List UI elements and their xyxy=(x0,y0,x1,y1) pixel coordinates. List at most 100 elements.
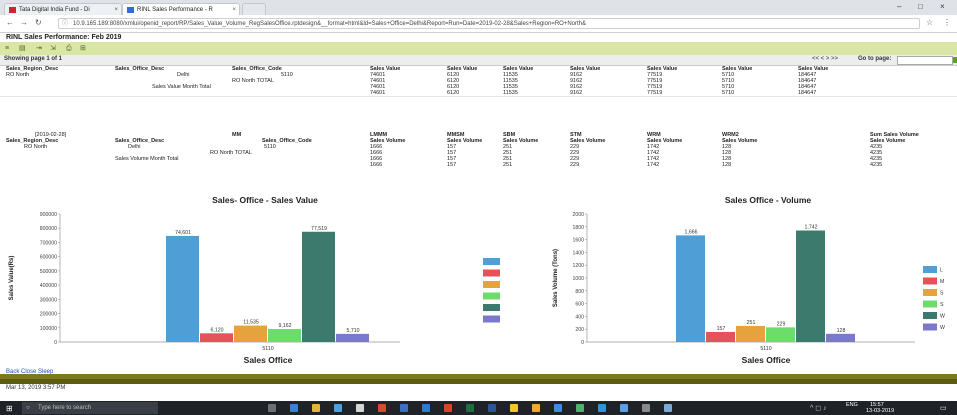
tab-close-icon[interactable]: × xyxy=(114,4,118,15)
y-tick-label: 1800 xyxy=(572,225,584,231)
region-total-label: RO North TOTAL xyxy=(210,150,252,156)
bar-lmmm xyxy=(166,235,199,342)
data-label: 229 xyxy=(777,321,786,327)
file-explorer-icon[interactable] xyxy=(312,404,320,412)
browser-tab[interactable]: Tata Digital India Fund - Di × xyxy=(4,3,122,15)
forward-arrow-icon[interactable]: → xyxy=(20,18,28,27)
notification-icon[interactable]: ▭ xyxy=(940,404,947,412)
outlook-icon[interactable] xyxy=(400,404,408,412)
goto-page-input[interactable] xyxy=(897,56,953,65)
legend-swatch xyxy=(483,292,500,300)
report-timestamp: Mar 13, 2019 3:57 PM xyxy=(6,385,66,391)
x-tick-label: 5110 xyxy=(760,346,771,352)
url-text: 10.9.165.189:8080/xmlui/openid_report/RP… xyxy=(73,21,586,27)
y-tick-label: 400000 xyxy=(40,283,57,289)
chrome-icon[interactable] xyxy=(378,404,386,412)
data-label: 1,666 xyxy=(685,229,698,235)
folder-icon[interactable] xyxy=(532,404,540,412)
y-tick-label: 200000 xyxy=(40,312,57,318)
browser-tab-bar: Tata Digital India Fund - Di × RINL Sale… xyxy=(0,0,957,15)
app-icon[interactable] xyxy=(356,404,364,412)
address-bar: ← → ↻ ⓘ 10.9.165.189:8080/xmlui/openid_r… xyxy=(0,15,957,33)
data-label: 11,535 xyxy=(243,320,259,326)
search-icon: ○ xyxy=(26,405,30,411)
legend-label: L xyxy=(940,268,943,274)
bar-wrm xyxy=(302,231,335,342)
bar-lmmm xyxy=(676,235,705,342)
bar-sbm xyxy=(736,325,765,342)
data-label: 5,710 xyxy=(347,328,360,334)
task-view-icon[interactable] xyxy=(268,404,276,412)
parameters-icon[interactable]: ▤ xyxy=(19,45,26,52)
maximize-icon[interactable]: □ xyxy=(918,2,923,11)
powerpoint-icon[interactable] xyxy=(444,404,452,412)
y-tick-label: 400 xyxy=(575,314,584,320)
value-col-header: Sales_Office_Desc xyxy=(115,66,165,72)
app-icon[interactable] xyxy=(510,404,518,412)
tab-close-icon[interactable]: × xyxy=(232,4,236,15)
edge-icon[interactable] xyxy=(290,404,298,412)
y-tick-label: 0 xyxy=(54,340,57,346)
bar-wrm xyxy=(796,230,825,342)
bookmark-star-icon[interactable]: ☆ xyxy=(926,18,933,27)
chart-title: Sales Office - Volume xyxy=(725,195,812,205)
volume-cell: 157 xyxy=(447,162,457,168)
minimize-icon[interactable]: – xyxy=(897,2,901,11)
tab-favicon-icon xyxy=(9,7,16,13)
tray-icons[interactable]: ^ ◻ ♪ xyxy=(810,404,827,412)
app-icon[interactable] xyxy=(576,404,584,412)
app-icon[interactable] xyxy=(422,404,430,412)
app-icon[interactable] xyxy=(642,404,650,412)
taskbar-search-box[interactable]: ○ Type here to search xyxy=(22,402,158,414)
windows-taskbar: ⊞ ○ Type here to search ^ ◻ ♪ ENG 15:57 … xyxy=(0,401,957,415)
data-label: 9,162 xyxy=(279,323,292,329)
report-toolbar: ≡ ▤ ⇥ ⇲ ⎙ ⊞ xyxy=(0,42,957,56)
office-code-cell: 5110 xyxy=(264,144,276,150)
export-icon[interactable]: ⇥ xyxy=(36,45,43,52)
word-icon[interactable] xyxy=(488,404,496,412)
app-icon[interactable] xyxy=(620,404,628,412)
legend-label: W xyxy=(940,314,945,320)
bar-sbm xyxy=(234,325,267,342)
y-tick-label: 800 xyxy=(575,289,584,295)
menu-icon[interactable]: ⋮ xyxy=(943,18,951,27)
report-title: RINL Sales Performance: Feb 2019 xyxy=(6,34,122,41)
back-arrow-icon[interactable]: ← xyxy=(6,18,14,27)
language-indicator[interactable]: ENG xyxy=(846,402,858,408)
toc-icon[interactable]: ≡ xyxy=(5,45,12,52)
reload-icon[interactable]: ↻ xyxy=(35,18,42,27)
page-nav-buttons[interactable]: << < > >> xyxy=(812,56,838,62)
store-icon[interactable] xyxy=(334,404,342,412)
data-label: 157 xyxy=(717,326,726,332)
print-icon[interactable]: ⎙ xyxy=(66,45,73,52)
app-icon[interactable] xyxy=(554,404,562,412)
browser-tab-active[interactable]: RINL Sales Performance - R × xyxy=(122,3,240,15)
excel-icon[interactable] xyxy=(466,404,474,412)
bar-wrm2 xyxy=(336,333,369,342)
data-label: 251 xyxy=(747,320,756,326)
month-total-label: Sales Volume Month Total xyxy=(115,156,179,162)
app-icon[interactable] xyxy=(664,404,672,412)
volume-col-header-top: MM xyxy=(232,132,242,138)
y-tick-label: 1200 xyxy=(572,263,584,269)
app-icon[interactable] xyxy=(598,404,606,412)
export-report-icon[interactable]: ⇲ xyxy=(50,45,57,52)
y-tick-label: 800000 xyxy=(40,226,57,232)
y-tick-label: 600 xyxy=(575,302,584,308)
x-tick-label: 5110 xyxy=(262,346,273,352)
close-window-icon[interactable]: × xyxy=(940,2,945,11)
y-tick-label: 700000 xyxy=(40,240,57,246)
office-cell: Delhi xyxy=(177,72,190,78)
new-tab-button[interactable] xyxy=(242,3,266,15)
clock-date[interactable]: 13-03-2019 xyxy=(866,408,894,414)
y-tick-label: 100000 xyxy=(40,326,57,332)
url-input[interactable]: ⓘ 10.9.165.189:8080/xmlui/openid_report/… xyxy=(58,18,920,29)
tab-favicon-icon xyxy=(127,7,134,13)
legend-swatch xyxy=(483,315,500,323)
info-icon: ⓘ xyxy=(62,21,69,27)
legend-swatch xyxy=(923,266,937,273)
windows-start-icon[interactable]: ⊞ xyxy=(6,404,13,413)
print-server-icon[interactable]: ⊞ xyxy=(80,45,87,52)
legend-swatch xyxy=(483,281,500,288)
go-arrow-icon[interactable] xyxy=(953,57,957,63)
